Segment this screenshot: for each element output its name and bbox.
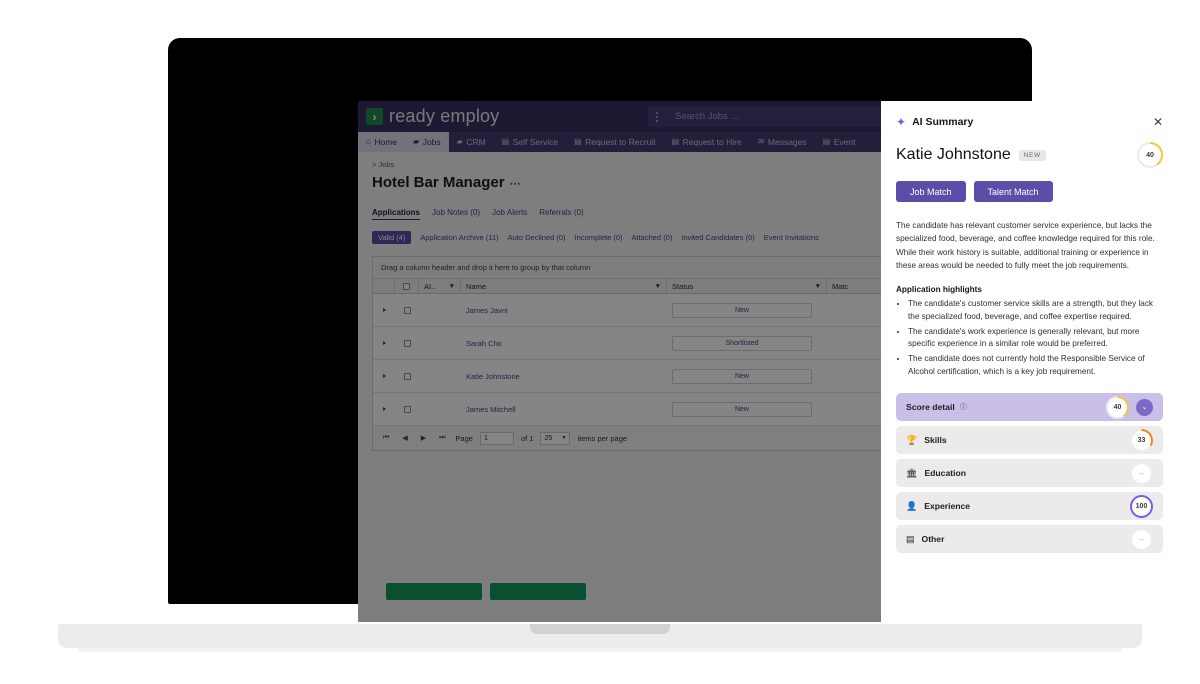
score-row-label: Education: [924, 468, 966, 479]
score-row-right: –: [1130, 461, 1153, 485]
person-check-icon: 👤: [906, 500, 918, 511]
info-icon[interactable]: ⓘ: [960, 402, 967, 412]
list-item: The candidate's work experience is gener…: [908, 326, 1163, 351]
score-donut: –: [1130, 527, 1153, 551]
chevron-down-icon[interactable]: ⌄: [1136, 398, 1153, 416]
score-row-label: Other: [921, 534, 945, 545]
job-match-button[interactable]: Job Match: [896, 181, 966, 202]
candidate-name: Katie Johnstone: [896, 146, 1011, 163]
score-row-label: Skills: [924, 435, 947, 446]
score-row-value: –: [1138, 534, 1144, 545]
overall-score-badge: 40: [1137, 142, 1163, 168]
list-item: The candidate does not currently hold th…: [908, 353, 1163, 378]
score-row-right: 33: [1130, 428, 1153, 452]
ai-summary-text: The candidate has relevant customer serv…: [896, 221, 1155, 270]
candidate-header: Katie Johnstone NEW 40: [896, 142, 1163, 168]
score-detail-value: 40: [1113, 403, 1122, 411]
score-row-value: 100: [1135, 502, 1148, 510]
laptop-foot: [78, 648, 1122, 652]
application-highlights-list: The candidate's customer service skills …: [896, 298, 1163, 378]
id-card-icon: ▤: [906, 533, 915, 544]
score-row-skills[interactable]: 🏆 Skills 33: [896, 426, 1163, 455]
score-row-value: 33: [1137, 436, 1146, 444]
overall-score-value: 40: [1146, 151, 1154, 159]
score-row-other[interactable]: ▤ Other –: [896, 525, 1163, 554]
laptop-screen: › ready employ Search Jobs ... ⌂ Home ▰ …: [358, 101, 1178, 622]
laptop-notch: [530, 624, 670, 634]
laptop-mockup: › ready employ Search Jobs ... ⌂ Home ▰ …: [0, 0, 1200, 684]
score-row-experience[interactable]: 👤 Experience 100: [896, 492, 1163, 521]
score-row-right: 100: [1130, 494, 1153, 518]
trophy-icon: 🏆: [906, 434, 918, 445]
score-detail-right: 40 ⌄: [1106, 395, 1153, 419]
score-row-education[interactable]: 🏛 Education –: [896, 459, 1163, 488]
score-donut: 40: [1106, 395, 1129, 419]
ai-summary-panel: ✦ AI Summary ✕ Katie Johnstone NEW 40 Jo…: [881, 101, 1178, 622]
score-donut: –: [1130, 461, 1153, 485]
score-row-value: –: [1138, 468, 1144, 479]
status-badge: NEW: [1018, 149, 1046, 161]
bank-icon: 🏛: [906, 467, 918, 478]
score-donut: 40: [1137, 142, 1163, 168]
ai-panel-header: ✦ AI Summary ✕: [896, 115, 1163, 129]
score-detail-header[interactable]: Score detail ⓘ 40 ⌄: [896, 393, 1163, 422]
score-detail-label: Score detail: [906, 402, 955, 413]
talent-match-button[interactable]: Talent Match: [973, 181, 1053, 202]
sparkle-icon: ✦: [896, 115, 907, 129]
match-buttons: Job Match Talent Match: [896, 181, 1163, 202]
score-row-right: –: [1130, 527, 1153, 551]
score-donut: 33: [1130, 428, 1153, 452]
list-item: The candidate's customer service skills …: [908, 298, 1163, 323]
close-icon[interactable]: ✕: [1153, 116, 1163, 128]
application-highlights-title: Application highlights: [896, 285, 982, 295]
laptop-lid: › ready employ Search Jobs ... ⌂ Home ▰ …: [168, 38, 1178, 622]
ai-panel-title: AI Summary: [912, 116, 974, 128]
score-donut: 100: [1130, 494, 1153, 518]
score-row-label: Experience: [924, 501, 971, 512]
score-detail-accordion: Score detail ⓘ 40 ⌄ 🏆 Skills 33 🏛 Educat…: [896, 393, 1163, 554]
